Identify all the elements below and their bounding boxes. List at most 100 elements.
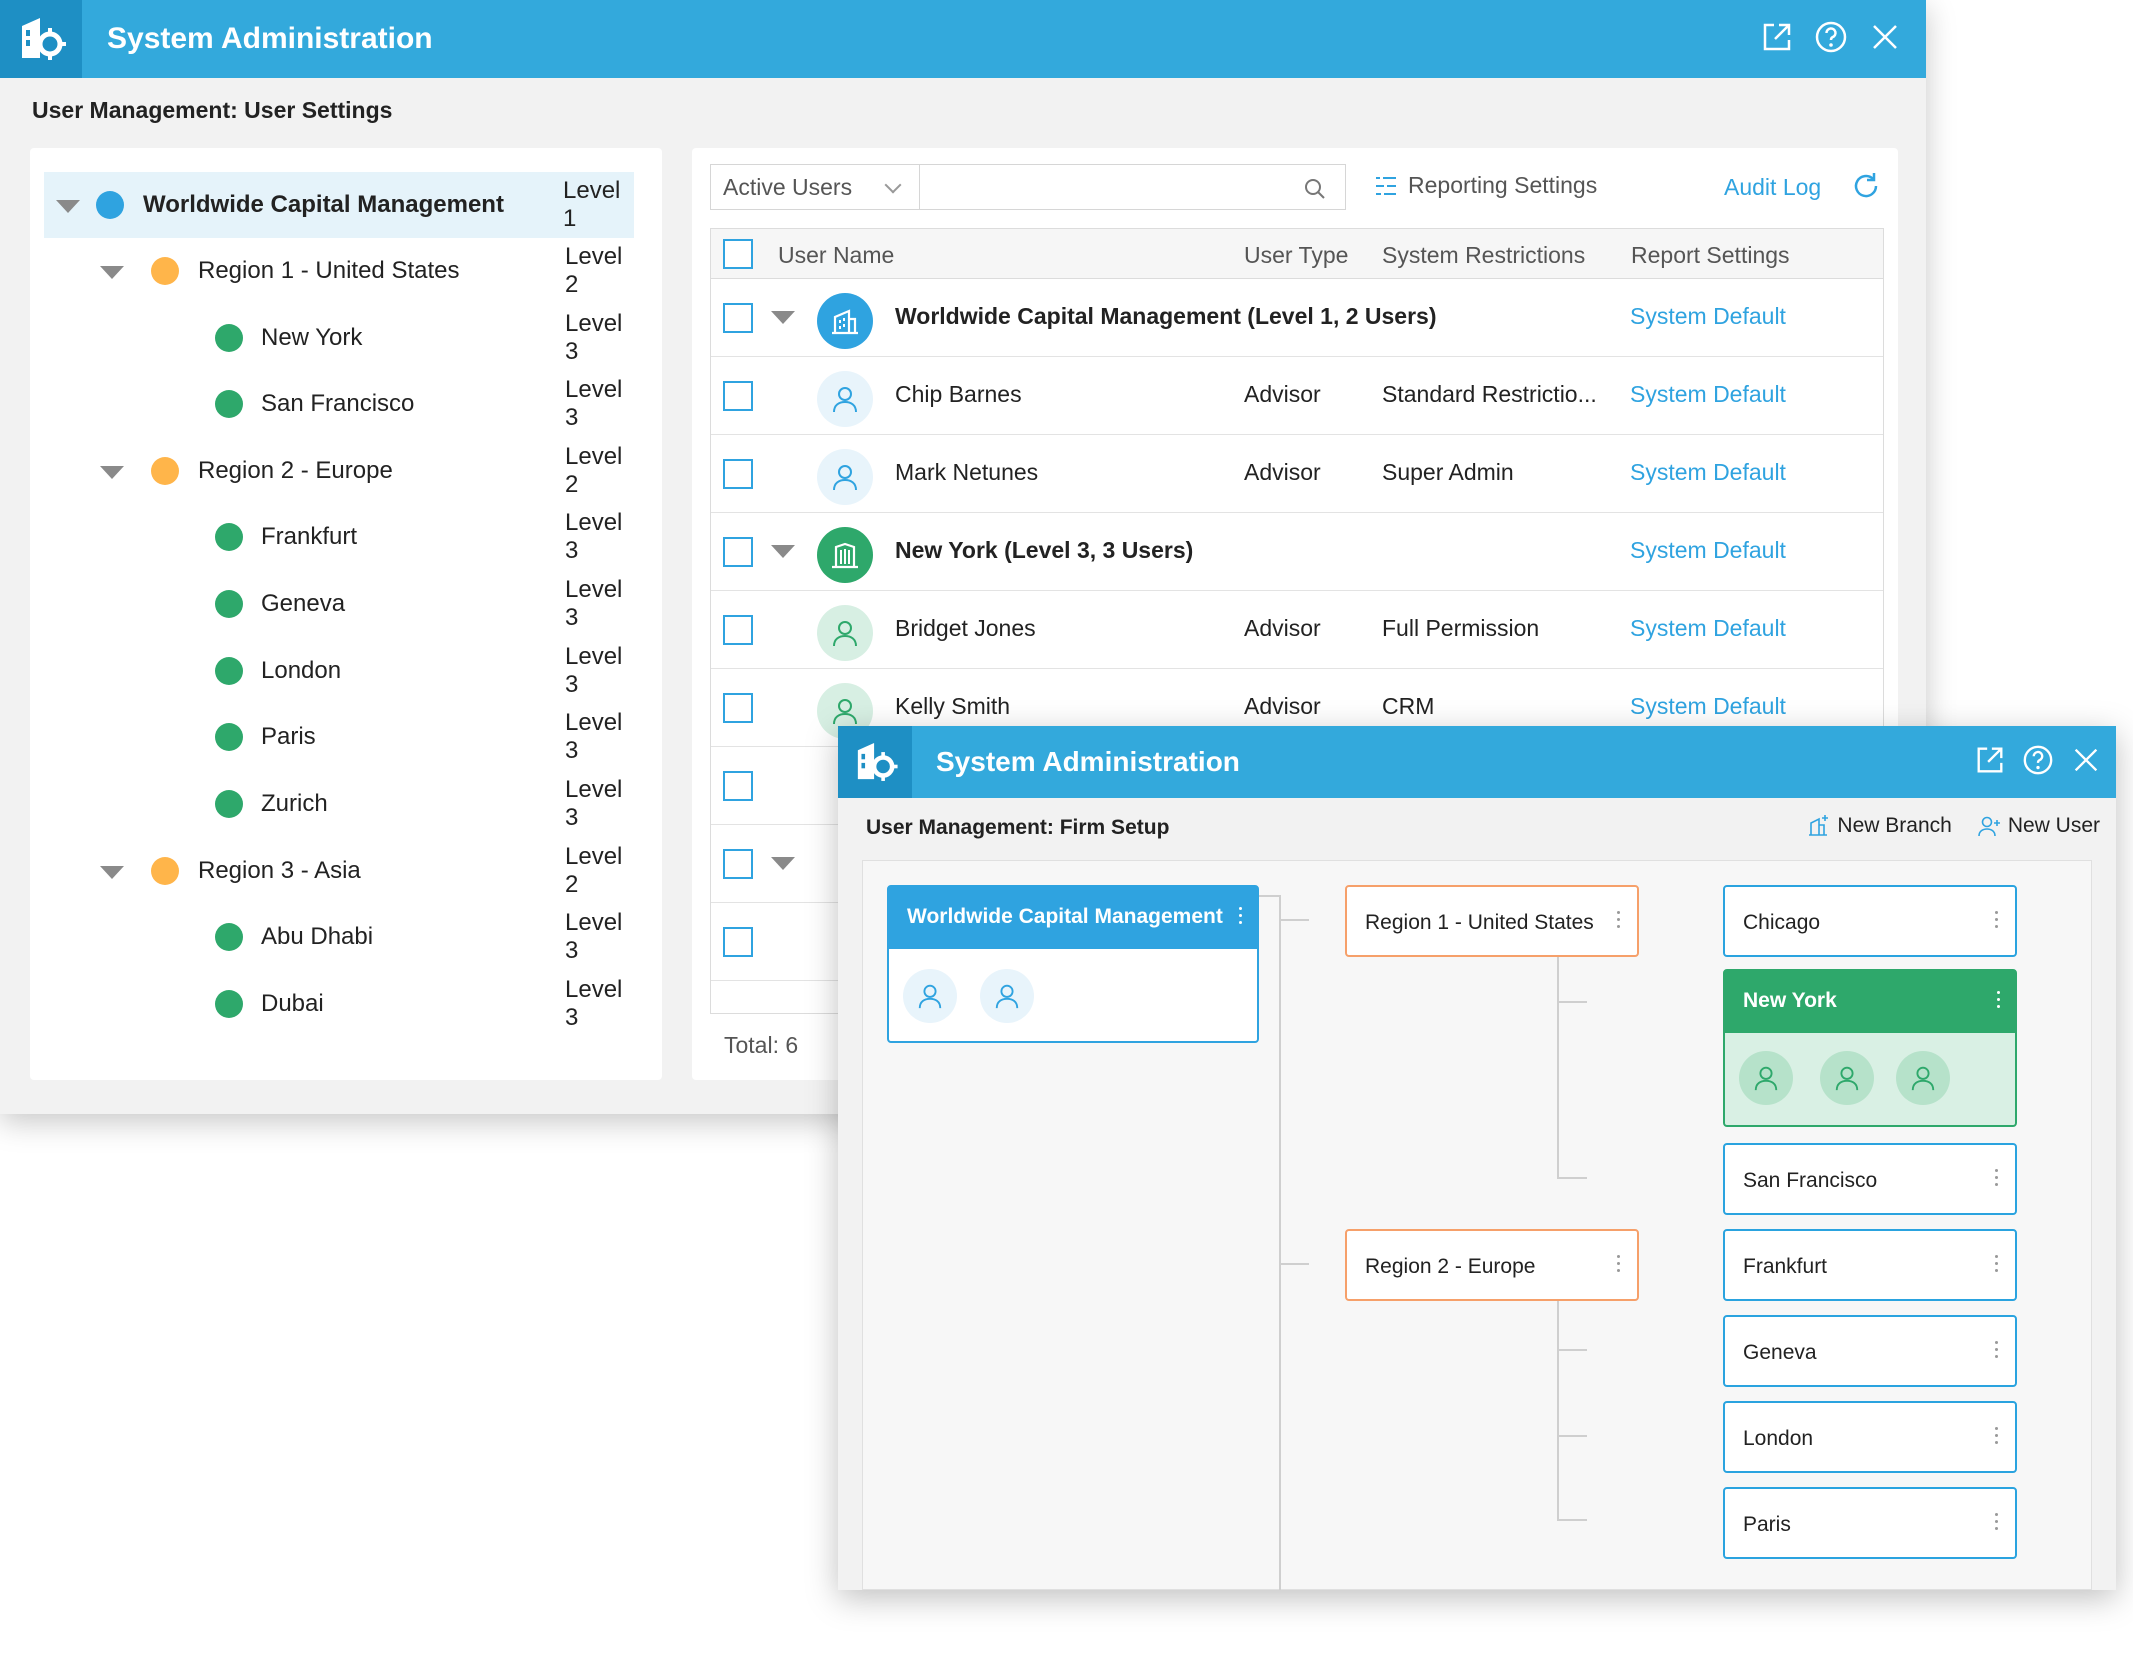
user-avatar-icon[interactable] — [980, 969, 1034, 1023]
org-node-label: Chicago — [1743, 911, 1821, 934]
tree-item[interactable]: Dubai Level 3 — [44, 971, 634, 1037]
firm-tree-panel: Worldwide Capital Management Level 1 Reg… — [30, 148, 662, 1080]
more-options-icon[interactable] — [1995, 1341, 1999, 1362]
tree-item-level: Level 3 — [565, 709, 623, 764]
org-node-branch-selected[interactable]: New York — [1723, 969, 2017, 1127]
report-settings-link[interactable]: System Default — [1630, 381, 1786, 408]
user-filter-dropdown[interactable]: Active Users — [710, 164, 920, 210]
tree-item[interactable]: Zurich Level 3 — [44, 771, 634, 837]
row-checkbox[interactable] — [723, 537, 753, 567]
expand-triangle-icon[interactable] — [100, 266, 124, 279]
report-settings-link[interactable]: System Default — [1630, 303, 1786, 330]
more-options-icon[interactable] — [1617, 911, 1621, 932]
expand-triangle-icon[interactable] — [771, 545, 795, 558]
tree-item[interactable]: Paris Level 3 — [44, 704, 634, 770]
report-settings-link[interactable]: System Default — [1630, 615, 1786, 642]
connector-line — [1279, 895, 1281, 1590]
tree-item[interactable]: Frankfurt Level 3 — [44, 504, 634, 570]
select-all-checkbox[interactable] — [723, 239, 753, 269]
more-options-icon[interactable] — [1995, 911, 1999, 932]
row-checkbox[interactable] — [723, 303, 753, 333]
system-restrictions: Super Admin — [1382, 459, 1514, 485]
search-input[interactable] — [919, 164, 1346, 210]
row-checkbox[interactable] — [723, 381, 753, 411]
connector-line — [1557, 1177, 1587, 1179]
search-icon[interactable] — [1303, 177, 1327, 201]
more-options-icon[interactable] — [1995, 1427, 1999, 1448]
tree-item[interactable]: Region 1 - United States Level 2 — [44, 238, 634, 304]
org-node-region[interactable]: Region 2 - Europe — [1345, 1229, 1639, 1301]
tree-item[interactable]: London Level 3 — [44, 638, 634, 704]
org-node-label: Region 2 - Europe — [1365, 1255, 1536, 1278]
expand-triangle-icon[interactable] — [100, 866, 124, 879]
tree-item-label: Zurich — [261, 790, 328, 817]
row-checkbox[interactable] — [723, 927, 753, 957]
more-options-icon[interactable] — [1617, 1255, 1621, 1276]
column-header-report-settings[interactable]: Report Settings — [1631, 242, 1790, 269]
tree-item-label: Region 2 - Europe — [198, 457, 393, 484]
more-options-icon[interactable] — [1997, 991, 2001, 1012]
audit-log-link[interactable]: Audit Log — [1724, 174, 1821, 201]
close-icon[interactable] — [1868, 20, 1902, 54]
new-branch-button[interactable]: New Branch — [1807, 814, 1952, 838]
expand-triangle-icon[interactable] — [56, 200, 80, 213]
more-options-icon[interactable] — [1995, 1513, 1999, 1534]
org-node-region[interactable]: Region 1 - United States — [1345, 885, 1639, 957]
tree-item[interactable]: Region 3 - Asia Level 2 — [44, 838, 634, 904]
expand-triangle-icon[interactable] — [771, 311, 795, 324]
report-settings-link[interactable]: System Default — [1630, 693, 1786, 720]
table-row[interactable]: Mark Netunes Advisor Super Admin System … — [711, 435, 1883, 513]
expand-triangle-icon[interactable] — [100, 466, 124, 479]
tree-item[interactable]: San Francisco Level 3 — [44, 371, 634, 437]
table-row[interactable]: Chip Barnes Advisor Standard Restrictio.… — [711, 357, 1883, 435]
popout-icon[interactable] — [1760, 20, 1794, 54]
new-user-button[interactable]: New User — [1978, 814, 2100, 838]
user-name: Mark Netunes — [895, 459, 1039, 485]
tree-item-level: Level 1 — [563, 177, 621, 232]
tree-item-label: New York — [261, 324, 363, 351]
row-checkbox[interactable] — [723, 771, 753, 801]
more-options-icon[interactable] — [1995, 1255, 1999, 1276]
row-checkbox[interactable] — [723, 693, 753, 723]
report-settings-link[interactable]: System Default — [1630, 459, 1786, 486]
org-node-branch[interactable]: Geneva — [1723, 1315, 2017, 1387]
tree-item[interactable]: Geneva Level 3 — [44, 571, 634, 637]
tree-item[interactable]: Worldwide Capital Management Level 1 — [44, 172, 634, 238]
system-restrictions: Full Permission — [1382, 615, 1540, 641]
table-row[interactable]: New York (Level 3, 3 Users) System Defau… — [711, 513, 1883, 591]
org-node-branch[interactable]: San Francisco — [1723, 1143, 2017, 1215]
org-node-branch[interactable]: Chicago — [1723, 885, 2017, 957]
org-node-root[interactable]: Worldwide Capital Management — [887, 885, 1259, 1043]
org-node-branch[interactable]: Frankfurt — [1723, 1229, 2017, 1301]
more-options-icon[interactable] — [1995, 1169, 1999, 1190]
close-icon[interactable] — [2070, 744, 2102, 776]
tree-item[interactable]: New York Level 3 — [44, 305, 634, 371]
popout-icon[interactable] — [1974, 744, 2006, 776]
user-avatar-icon[interactable] — [1739, 1051, 1793, 1105]
row-checkbox[interactable] — [723, 615, 753, 645]
more-options-icon[interactable] — [1239, 907, 1243, 928]
table-row[interactable]: Worldwide Capital Management (Level 1, 2… — [711, 279, 1883, 357]
user-avatar-icon[interactable] — [1820, 1051, 1874, 1105]
table-row[interactable]: Bridget Jones Advisor Full Permission Sy… — [711, 591, 1883, 669]
org-node-label: Region 1 - United States — [1365, 911, 1594, 934]
title-bar: System Administration — [838, 726, 2116, 798]
help-icon[interactable] — [1814, 20, 1848, 54]
refresh-icon[interactable] — [1850, 170, 1882, 202]
column-header-user-type[interactable]: User Type — [1244, 242, 1348, 269]
reporting-settings-button[interactable]: Reporting Settings — [1374, 172, 1597, 199]
tree-item[interactable]: Region 2 - Europe Level 2 — [44, 438, 634, 504]
row-checkbox[interactable] — [723, 849, 753, 879]
user-avatar-icon[interactable] — [1896, 1051, 1950, 1105]
tree-item[interactable]: Abu Dhabi Level 3 — [44, 904, 634, 970]
expand-triangle-icon[interactable] — [771, 857, 795, 870]
user-avatar-icon[interactable] — [903, 969, 957, 1023]
page-title: User Management: Firm Setup — [866, 816, 1170, 839]
column-header-user-name[interactable]: User Name — [778, 242, 894, 269]
row-checkbox[interactable] — [723, 459, 753, 489]
report-settings-link[interactable]: System Default — [1630, 537, 1786, 564]
help-icon[interactable] — [2022, 744, 2054, 776]
org-node-branch[interactable]: London — [1723, 1401, 2017, 1473]
column-header-system-restrictions[interactable]: System Restrictions — [1382, 242, 1585, 269]
org-node-branch[interactable]: Paris — [1723, 1487, 2017, 1559]
